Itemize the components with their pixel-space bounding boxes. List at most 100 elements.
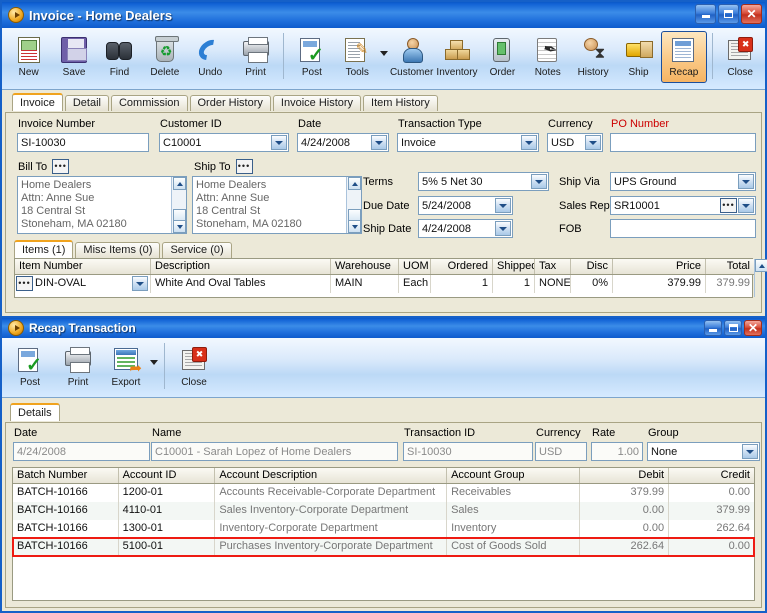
column-warehouse[interactable]: Warehouse xyxy=(331,259,399,274)
cell-credit[interactable]: 0.00 xyxy=(669,484,754,502)
column-item-number[interactable]: Item Number xyxy=(15,259,151,274)
recap-button-post[interactable]: Post xyxy=(6,341,54,393)
scroll-up-icon[interactable] xyxy=(173,177,186,190)
cell-disc[interactable]: 0% xyxy=(571,275,613,293)
chevron-down-icon[interactable] xyxy=(495,198,511,213)
toolbar-button-find[interactable]: Find xyxy=(97,31,142,83)
currency-combobox[interactable]: USD xyxy=(547,133,603,152)
tab-invoice[interactable]: Invoice xyxy=(12,93,63,111)
column-ordered[interactable]: Ordered xyxy=(431,259,493,274)
toolbar-button-delete[interactable]: Delete xyxy=(142,31,187,83)
column-account-id[interactable]: Account ID xyxy=(119,468,216,483)
cell-account-group[interactable]: Receivables xyxy=(447,484,581,502)
scroll-down-icon[interactable] xyxy=(173,220,186,233)
tab-items[interactable]: Items (1) xyxy=(14,240,74,258)
toolbar-button-post[interactable]: Post xyxy=(289,31,334,83)
scroll-up-icon[interactable] xyxy=(755,259,767,272)
tab-order-history[interactable]: Order History xyxy=(189,95,271,111)
cell-account-id[interactable]: 5100-01 xyxy=(119,538,216,556)
close-button[interactable]: ✕ xyxy=(744,320,762,336)
column-price[interactable]: Price xyxy=(613,259,706,274)
scroll-down-icon[interactable] xyxy=(348,220,361,233)
customer-id-combobox[interactable]: C10001 xyxy=(159,133,289,152)
column-credit[interactable]: Credit xyxy=(669,468,754,483)
cell-account-description[interactable]: Accounts Receivable-Corporate Department xyxy=(215,484,448,502)
toolbar-button-undo[interactable]: Undo xyxy=(188,31,233,83)
cell-item-number[interactable]: ••• DIN-OVAL xyxy=(15,275,151,293)
column-disc[interactable]: Disc xyxy=(571,259,613,274)
column-shipped[interactable]: Shipped xyxy=(493,259,535,274)
minimize-button[interactable] xyxy=(695,4,716,24)
toolbar-button-recap[interactable]: Recap xyxy=(661,31,707,83)
recap-button-print[interactable]: Print xyxy=(54,341,102,393)
column-total[interactable]: Total xyxy=(706,259,754,274)
column-description[interactable]: Description xyxy=(151,259,331,274)
recap-button-export[interactable]: ➦ Export xyxy=(102,341,150,393)
column-tax[interactable]: Tax xyxy=(535,259,571,274)
chevron-down-icon[interactable] xyxy=(495,221,511,236)
tab-invoice-history[interactable]: Invoice History xyxy=(272,95,362,111)
ship-to-scrollbar[interactable] xyxy=(346,177,361,233)
chevron-down-icon[interactable] xyxy=(371,135,387,150)
table-row-highlighted[interactable]: BATCH-10166 5100-01 Purchases Inventory-… xyxy=(12,537,755,557)
table-row[interactable]: BATCH-10166 4110-01 Sales Inventory-Corp… xyxy=(13,502,754,520)
tab-detail[interactable]: Detail xyxy=(64,95,109,111)
fob-input[interactable] xyxy=(610,219,756,238)
scroll-up-icon[interactable] xyxy=(348,177,361,190)
cell-warehouse[interactable]: MAIN xyxy=(331,275,399,293)
ship-to-lookup-button[interactable]: ••• xyxy=(235,159,253,174)
cell-credit[interactable]: 0.00 xyxy=(669,538,754,556)
table-row[interactable]: BATCH-10166 1200-01 Accounts Receivable-… xyxy=(13,484,754,502)
chevron-down-icon[interactable] xyxy=(132,276,148,291)
maximize-button[interactable] xyxy=(724,320,742,336)
cell-account-description[interactable]: Inventory-Corporate Department xyxy=(215,520,448,538)
column-account-group[interactable]: Account Group xyxy=(447,468,581,483)
cell-batch-number[interactable]: BATCH-10166 xyxy=(13,520,119,538)
ship-date-combobox[interactable]: 4/24/2008 xyxy=(418,219,513,238)
ship-via-combobox[interactable]: UPS Ground xyxy=(610,172,756,191)
due-date-combobox[interactable]: 5/24/2008 xyxy=(418,196,513,215)
toolbar-button-ship[interactable]: Ship xyxy=(616,31,661,83)
ship-to-address[interactable]: Home Dealers Attn: Anne Sue 18 Central S… xyxy=(192,176,362,234)
chevron-down-icon[interactable] xyxy=(738,174,754,189)
cell-account-description[interactable]: Purchases Inventory-Corporate Department xyxy=(215,538,448,556)
toolbar-button-notes[interactable]: Notes xyxy=(525,31,570,83)
cell-account-group[interactable]: Inventory xyxy=(447,520,581,538)
tab-service[interactable]: Service (0) xyxy=(162,242,232,258)
bill-to-address[interactable]: Home Dealers Attn: Anne Sue 18 Central S… xyxy=(17,176,187,234)
column-batch-number[interactable]: Batch Number xyxy=(13,468,119,483)
export-dropdown-caret-icon[interactable] xyxy=(150,359,158,365)
toolbar-button-new[interactable]: New xyxy=(6,31,51,83)
chevron-down-icon[interactable] xyxy=(585,135,601,150)
toolbar-button-save[interactable]: Save xyxy=(51,31,96,83)
tools-dropdown-caret-icon[interactable] xyxy=(379,50,388,56)
recap-button-close[interactable]: Close xyxy=(170,341,218,393)
cell-account-id[interactable]: 1200-01 xyxy=(119,484,216,502)
toolbar-button-inventory[interactable]: Inventory xyxy=(434,31,479,83)
tab-commission[interactable]: Commission xyxy=(110,95,188,111)
po-number-input[interactable] xyxy=(610,133,756,152)
cell-credit[interactable]: 262.64 xyxy=(669,520,754,538)
sales-rep-combobox[interactable]: SR10001 ••• xyxy=(610,196,756,215)
toolbar-button-order[interactable]: Order xyxy=(480,31,525,83)
column-uom[interactable]: UOM xyxy=(399,259,431,274)
sales-rep-lookup-button[interactable]: ••• xyxy=(720,198,737,213)
minimize-button[interactable] xyxy=(704,320,722,336)
cell-uom[interactable]: Each xyxy=(399,275,431,293)
cell-account-description[interactable]: Sales Inventory-Corporate Department xyxy=(215,502,448,520)
cell-price[interactable]: 379.99 xyxy=(613,275,706,293)
cell-account-id[interactable]: 4110-01 xyxy=(119,502,216,520)
bill-to-lookup-button[interactable]: ••• xyxy=(52,159,70,174)
chevron-down-icon[interactable] xyxy=(271,135,287,150)
chevron-down-icon[interactable] xyxy=(521,135,537,150)
maximize-button[interactable] xyxy=(718,4,739,24)
column-account-description[interactable]: Account Description xyxy=(215,468,448,483)
transaction-type-combobox[interactable]: Invoice xyxy=(397,133,539,152)
toolbar-button-history[interactable]: History xyxy=(570,31,615,83)
tab-details[interactable]: Details xyxy=(10,403,60,421)
cell-account-group[interactable]: Cost of Goods Sold xyxy=(447,538,581,556)
terms-combobox[interactable]: 5% 5 Net 30 xyxy=(418,172,549,191)
cell-debit[interactable]: 0.00 xyxy=(580,502,670,520)
toolbar-button-print[interactable]: Print xyxy=(233,31,278,83)
cell-ordered[interactable]: 1 xyxy=(431,275,493,293)
